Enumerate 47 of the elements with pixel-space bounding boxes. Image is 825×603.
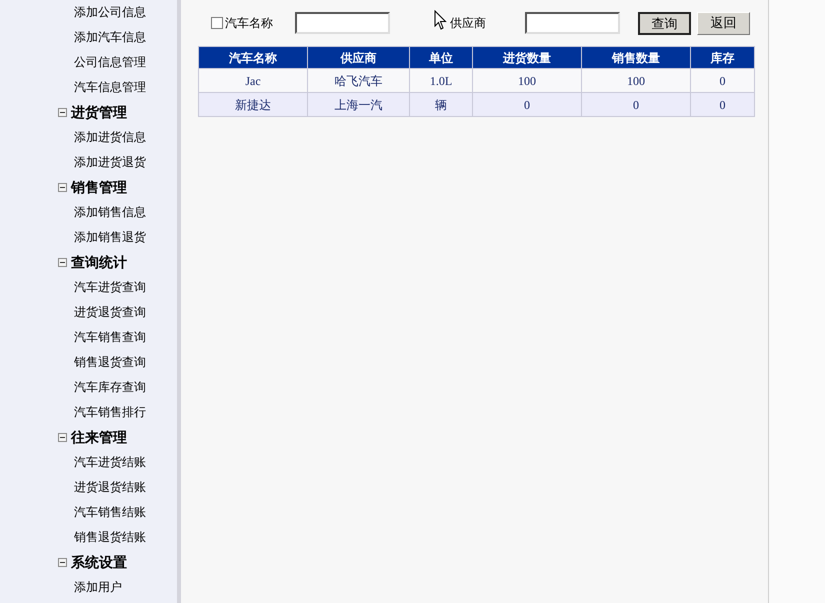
collapse-icon[interactable] <box>58 108 67 117</box>
sidebar-item[interactable]: 添加销售信息 <box>0 200 177 225</box>
table-cell: 0 <box>582 92 690 116</box>
back-button[interactable]: 返回 <box>697 12 750 34</box>
column-header: 进货数量 <box>472 46 582 68</box>
sidebar-item[interactable]: 汽车销售排行 <box>0 400 177 425</box>
table-cell: 0 <box>472 92 582 116</box>
sidebar-item[interactable]: 汽车进货查询 <box>0 275 177 300</box>
supplier-input-field[interactable] <box>525 12 620 34</box>
column-header: 销售数量 <box>582 46 690 68</box>
collapse-icon[interactable] <box>58 433 67 442</box>
sidebar-item[interactable]: 汽车销售结账 <box>0 500 177 525</box>
group-title[interactable]: 往来管理 <box>71 427 127 448</box>
sidebar-item[interactable]: 汽车信息管理 <box>0 75 177 100</box>
name-input-field[interactable] <box>295 12 390 34</box>
sidebar-item[interactable]: 汽车销售查询 <box>0 325 177 350</box>
sidebar-item[interactable]: 销售退货查询 <box>0 350 177 375</box>
supplier-label: 供应商 <box>450 15 487 32</box>
column-header: 供应商 <box>308 46 410 68</box>
group-title[interactable]: 查询统计 <box>71 252 127 273</box>
collapse-icon[interactable] <box>58 558 67 567</box>
group-title[interactable]: 进货管理 <box>71 102 127 123</box>
table-cell: 新捷达 <box>198 92 308 116</box>
group-title[interactable]: 系统设置 <box>71 552 127 573</box>
sidebar-item[interactable]: 进货退货查询 <box>0 300 177 325</box>
collapse-icon[interactable] <box>58 258 67 267</box>
sidebar-item[interactable]: 汽车库存查询 <box>0 375 177 400</box>
sidebar-item[interactable]: 销售退货结账 <box>0 525 177 550</box>
table-cell: 上海一汽 <box>308 92 410 116</box>
pointer-icon <box>434 10 447 30</box>
checkbox[interactable] <box>211 17 223 29</box>
column-header: 汽车名称 <box>198 46 308 68</box>
sidebar-item[interactable]: 添加销售退货 <box>0 225 177 250</box>
collapse-icon[interactable] <box>58 183 67 192</box>
filter-label: 汽车名称 <box>225 15 274 32</box>
sidebar-item[interactable]: 添加公司信息 <box>0 0 177 25</box>
sidebar-item[interactable]: 添加汽车信息 <box>0 25 177 50</box>
sidebar-item[interactable]: 汽车进货结账 <box>0 450 177 475</box>
sidebar-item[interactable]: 公司信息管理 <box>0 50 177 75</box>
sidebar-item[interactable]: 进货退货结账 <box>0 475 177 500</box>
sidebar-item[interactable]: 添加用户 <box>0 575 177 600</box>
table-cell: 0 <box>690 92 754 116</box>
sidebar-item[interactable]: 添加进货退货 <box>0 150 177 175</box>
table-cell: 辆 <box>410 92 472 116</box>
group-title[interactable]: 销售管理 <box>71 177 127 198</box>
sidebar-item[interactable]: 添加进货信息 <box>0 125 177 150</box>
search-button[interactable]: 查询 <box>638 12 691 34</box>
